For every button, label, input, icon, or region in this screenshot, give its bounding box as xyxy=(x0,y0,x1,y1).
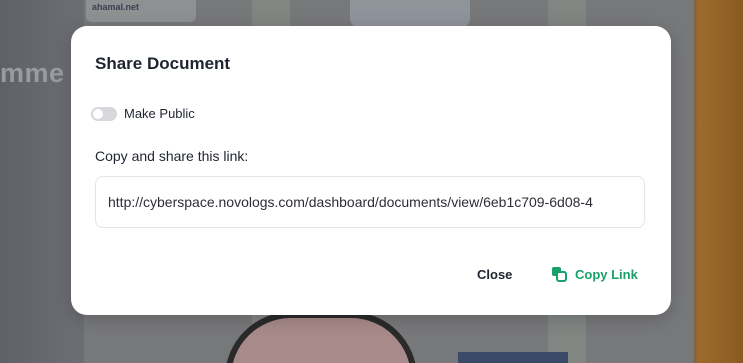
share-link-label: Copy and share this link: xyxy=(95,148,249,164)
make-public-toggle[interactable] xyxy=(91,106,117,121)
make-public-label: Make Public xyxy=(124,106,195,121)
toggle-knob xyxy=(93,108,103,119)
background-block xyxy=(458,352,568,363)
close-button[interactable]: Close xyxy=(471,263,518,286)
share-link-field[interactable]: http://cyberspace.novologs.com/dashboard… xyxy=(95,176,645,228)
background-logo: ahamal.net xyxy=(86,0,196,22)
share-document-dialog: Share Document Make Public Copy and shar… xyxy=(71,26,671,315)
copy-link-label: Copy Link xyxy=(575,266,638,282)
background-illustration xyxy=(350,0,470,28)
dialog-title: Share Document xyxy=(95,54,231,73)
background-heading: mme xyxy=(0,58,65,88)
copy-link-button[interactable]: Copy Link xyxy=(545,262,644,286)
share-link-value[interactable]: http://cyberspace.novologs.com/dashboard… xyxy=(108,194,593,210)
make-public-row: Make Public xyxy=(91,106,195,121)
copy-icon xyxy=(551,266,567,282)
background-logo-text: ahamal.net xyxy=(92,2,140,12)
